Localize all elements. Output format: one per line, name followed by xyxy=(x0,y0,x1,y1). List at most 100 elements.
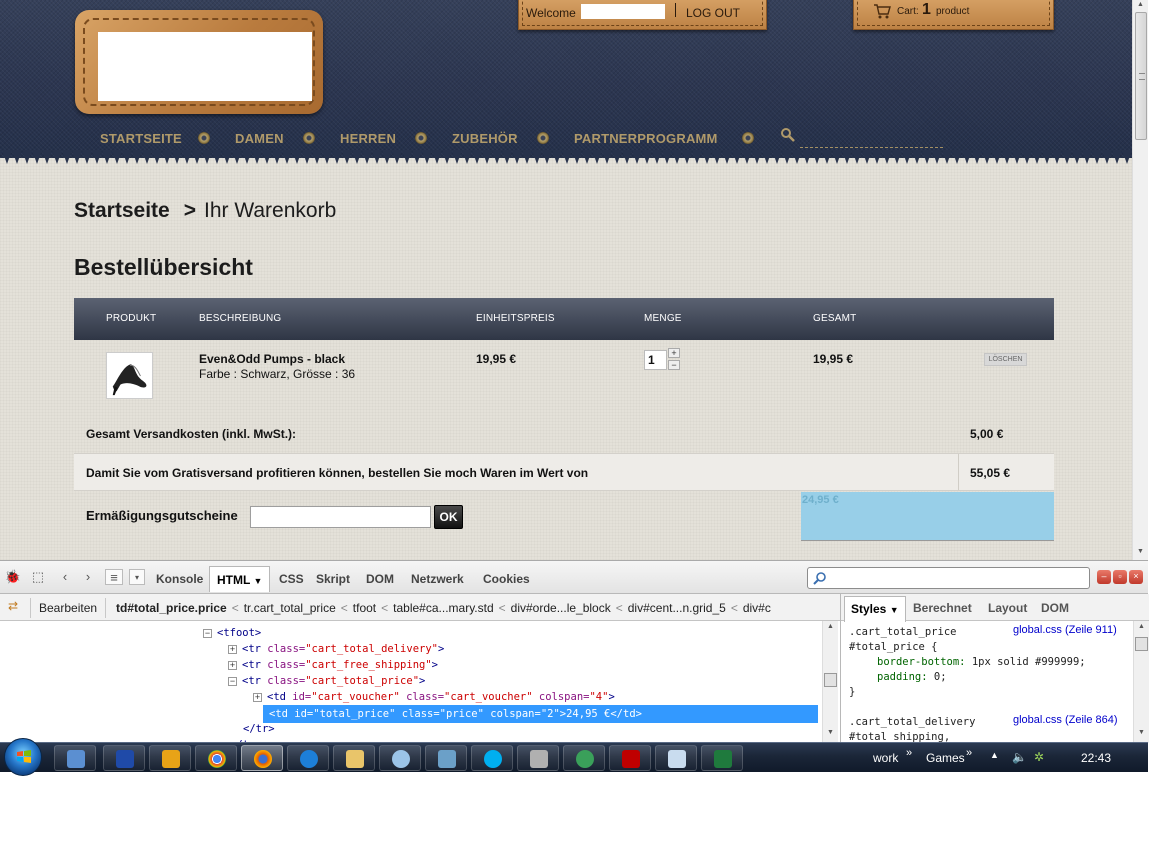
edit-button[interactable]: Bearbeiten xyxy=(30,598,107,618)
inspect-element-icon[interactable]: ⬚ xyxy=(29,569,47,585)
dom-breadcrumb-item[interactable]: td#total_price.price xyxy=(116,601,227,615)
tab-layout[interactable]: Layout xyxy=(988,601,1027,615)
cart-summary-tab[interactable]: Cart: 1 product xyxy=(853,0,1054,30)
back-arrow-icon[interactable]: ‹ xyxy=(56,569,74,585)
show-hidden-icons-icon[interactable]: ▲ xyxy=(990,750,999,760)
nav-rivet-icon xyxy=(415,132,427,144)
tab-netzwerk[interactable]: Netzwerk xyxy=(411,572,464,586)
css-source-link[interactable]: global.css (Zeile 864) xyxy=(1013,714,1118,726)
breadcrumb-home-link[interactable]: Startseite xyxy=(74,199,170,222)
html-scroll-thumb[interactable] xyxy=(824,673,837,687)
collapse-node-icon[interactable]: − xyxy=(228,677,237,686)
taskbar-app-1[interactable] xyxy=(103,745,145,771)
dom-breadcrumb-item[interactable]: table#ca...mary.std xyxy=(393,601,494,615)
source-code: <tr class="cart_total_delivery"> xyxy=(242,643,445,655)
collapse-panel-icon[interactable]: ⇄ xyxy=(4,598,22,614)
quantity-input[interactable]: 1 xyxy=(644,350,667,370)
nav-startseite[interactable]: STARTSEITE xyxy=(100,131,182,146)
expand-node-icon[interactable]: + xyxy=(253,693,262,702)
minimize-icon[interactable]: – xyxy=(1097,570,1111,584)
tab-dom[interactable]: DOM xyxy=(366,572,394,586)
forward-arrow-icon[interactable]: › xyxy=(79,569,97,585)
tab-styles[interactable]: Styles ▼ xyxy=(844,596,906,622)
app-icon xyxy=(116,750,134,768)
toolbar-games[interactable]: Games xyxy=(926,751,965,765)
tab-konsole[interactable]: Konsole xyxy=(156,572,203,586)
dom-breadcrumb-item[interactable]: div#c xyxy=(743,601,771,615)
column-header-total: GESAMT xyxy=(813,313,857,324)
start-button[interactable] xyxy=(4,738,42,776)
taskbar-media-player[interactable] xyxy=(149,745,191,771)
toolbar-work[interactable]: work xyxy=(873,751,898,765)
styles-scroll-thumb[interactable] xyxy=(1135,637,1148,651)
product-image[interactable] xyxy=(106,352,153,399)
expand-node-icon[interactable]: + xyxy=(228,645,237,654)
dom-breadcrumb-item[interactable]: tfoot xyxy=(353,601,376,615)
tab-berechnet[interactable]: Berechnet xyxy=(913,601,972,615)
scroll-down-arrow-icon[interactable]: ▼ xyxy=(1138,729,1145,736)
network-icon[interactable]: ✲ xyxy=(1034,750,1044,764)
html-panel-scrollbar[interactable]: ▲ ▼ xyxy=(822,621,838,743)
taskbar-chrome[interactable] xyxy=(195,745,237,771)
firebug-bug-icon[interactable]: 🐞 xyxy=(4,569,22,585)
taskbar-app-9[interactable] xyxy=(425,745,467,771)
delete-item-button[interactable]: LÖSCHEN xyxy=(984,353,1027,366)
tab-skript[interactable]: Skript xyxy=(316,572,350,586)
taskbar-app-11[interactable] xyxy=(517,745,559,771)
welcome-tab: Welcome LOG OUT xyxy=(518,0,767,30)
taskbar-notepad[interactable] xyxy=(655,745,697,771)
scroll-up-arrow-icon[interactable]: ▲ xyxy=(1138,623,1145,630)
scroll-down-arrow-icon[interactable]: ▼ xyxy=(1137,548,1144,555)
product-name-link[interactable]: Even&Odd Pumps - black xyxy=(199,352,345,366)
scroll-up-arrow-icon[interactable]: ▲ xyxy=(827,623,834,630)
voucher-ok-button[interactable]: OK xyxy=(434,505,463,529)
taskbar-excel[interactable] xyxy=(701,745,743,771)
nav-damen[interactable]: DAMEN xyxy=(235,131,284,146)
voucher-code-input[interactable] xyxy=(250,506,431,528)
quantity-decrease-button[interactable]: − xyxy=(668,360,680,370)
taskbar-internet-explorer[interactable] xyxy=(287,745,329,771)
close-icon[interactable]: × xyxy=(1129,570,1143,584)
expand-node-icon[interactable]: + xyxy=(228,661,237,670)
nav-search-input[interactable] xyxy=(800,147,943,148)
taskbar-dreamweaver[interactable] xyxy=(563,745,605,771)
dom-breadcrumb-item[interactable]: div#cent...n.grid_5 xyxy=(628,601,726,615)
logo-image[interactable] xyxy=(98,32,312,101)
chevron-right-icon[interactable]: » xyxy=(906,747,912,759)
scroll-up-arrow-icon[interactable]: ▲ xyxy=(1137,1,1144,8)
panel-menu-dropdown-icon[interactable]: ▾ xyxy=(129,569,145,585)
tab-cookies[interactable]: Cookies xyxy=(483,572,530,586)
taskbar-skype[interactable] xyxy=(471,745,513,771)
firebug-search-input[interactable] xyxy=(807,567,1090,589)
column-header-quantity: MENGE xyxy=(644,313,682,324)
css-source-link[interactable]: global.css (Zeile 911) xyxy=(1013,624,1117,636)
taskbar-show-desktop[interactable] xyxy=(54,745,96,771)
collapse-node-icon[interactable]: − xyxy=(203,629,212,638)
page-scroll-thumb[interactable] xyxy=(1135,12,1147,140)
tab-side-dom[interactable]: DOM xyxy=(1041,601,1069,615)
volume-icon[interactable]: 🔈 xyxy=(1012,750,1027,764)
tab-css[interactable]: CSS xyxy=(279,572,304,586)
scroll-down-arrow-icon[interactable]: ▼ xyxy=(827,729,834,736)
nav-zubehoer[interactable]: ZUBEHÖR xyxy=(452,131,518,146)
dom-breadcrumb-item[interactable]: tr.cart_total_price xyxy=(244,601,336,615)
dom-breadcrumb-item[interactable]: div#orde...le_block xyxy=(511,601,611,615)
chevron-right-icon[interactable]: » xyxy=(966,747,972,759)
panel-list-icon[interactable]: ≡ xyxy=(105,569,123,585)
tab-html[interactable]: HTML ▼ xyxy=(209,566,270,592)
taskbar-filezilla[interactable] xyxy=(609,745,651,771)
logout-link[interactable]: LOG OUT xyxy=(686,6,740,20)
search-icon[interactable] xyxy=(780,127,796,143)
table-row: Even&Odd Pumps - black Farbe : Schwarz, … xyxy=(74,340,1054,410)
taskbar-explorer[interactable] xyxy=(333,745,375,771)
quantity-increase-button[interactable]: + xyxy=(668,348,680,358)
styles-panel-scrollbar[interactable]: ▲ ▼ xyxy=(1133,621,1149,743)
nav-partnerprogramm[interactable]: PARTNERPROGRAMM xyxy=(574,131,718,146)
detach-window-icon[interactable]: ▫ xyxy=(1113,570,1127,584)
nav-herren[interactable]: HERREN xyxy=(340,131,396,146)
system-clock[interactable]: 22:43 xyxy=(1081,751,1111,765)
taskbar-firefox[interactable] xyxy=(241,745,283,771)
source-line-selected[interactable]: <td id="total_price" class="price" colsp… xyxy=(263,705,818,723)
taskbar-app-8[interactable] xyxy=(379,745,421,771)
page-scrollbar[interactable]: ▲ ▼ xyxy=(1132,0,1148,560)
